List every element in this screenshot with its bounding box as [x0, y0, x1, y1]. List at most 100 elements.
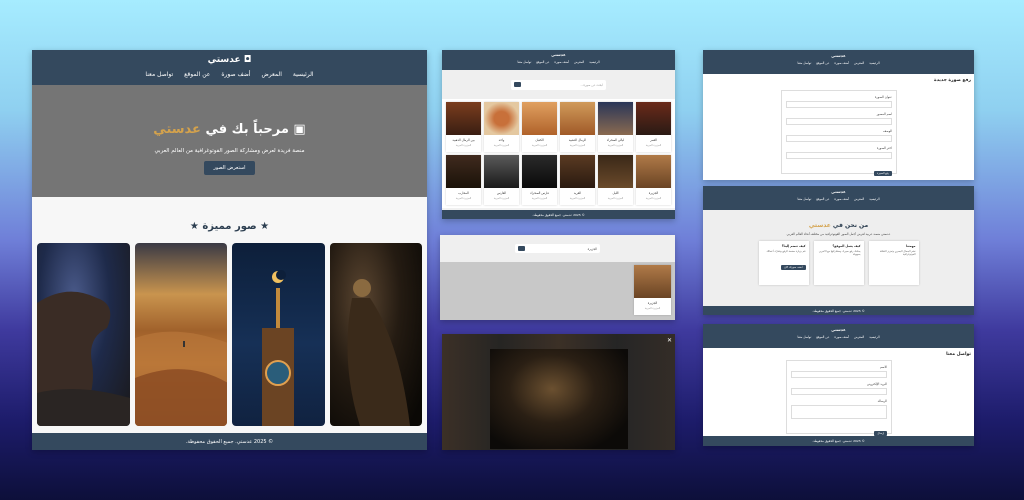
nav-gallery[interactable]: المعرض [574, 60, 584, 64]
gallery-tile[interactable]: الكثبان الجزيرة العربية [522, 102, 557, 152]
featured-card-warrior[interactable] [329, 243, 422, 426]
search-icon[interactable] [514, 82, 521, 87]
footer: © 2025 عدستي. جميع الحقوق محفوظة. [703, 306, 974, 315]
brand[interactable]: عدستي [703, 53, 974, 58]
tile-caption: القرية [573, 191, 582, 195]
about-columns: مهمتنا نشر الجمال البصري وتعزيز الثقافة ا… [703, 241, 974, 285]
brand[interactable]: عدستي [703, 189, 974, 194]
tile-sub: الجزيرة العربية [645, 197, 662, 200]
nav-home[interactable]: الرئيسية [589, 60, 599, 64]
featured-card-tower[interactable] [232, 243, 325, 426]
brand[interactable]: عدستي [442, 52, 675, 57]
message-field[interactable] [791, 405, 887, 419]
gallery-tile[interactable]: فارس الصحراء الجزيرة العربية [522, 155, 557, 205]
nav-links: الرئيسية المعرض أضف صورة عن الموقع تواصل… [32, 71, 427, 78]
description-field[interactable] [786, 135, 892, 142]
rock-image [37, 291, 130, 426]
search-icon[interactable] [518, 246, 525, 251]
dunes-image [134, 331, 227, 426]
nav-gallery[interactable]: المعرض [854, 61, 864, 65]
nav-gallery[interactable]: المعرض [854, 335, 864, 339]
close-icon[interactable]: ✕ [667, 337, 672, 344]
nav-gallery[interactable]: المعرض [261, 71, 281, 78]
about-col-join: كيف تنضم إلينا؟ قم بزيارة صفحة الرفع وشار… [758, 241, 809, 285]
gallery-tile[interactable]: واحة الجزيرة العربية [484, 102, 519, 152]
tile-sub: الجزيرة العربية [607, 144, 624, 147]
nav-contact[interactable]: تواصل معنا [517, 60, 531, 64]
footer: © 2025 عدستي. جميع الحقوق محفوظة. [32, 433, 427, 450]
nav-home[interactable]: الرئيسية [293, 71, 314, 78]
gallery-tile[interactable]: القرية الجزيرة العربية [560, 155, 595, 205]
about-description: عدستي منصة عربية لعرض أجمل الصور الفوتوغ… [786, 232, 891, 236]
hero: ▣ مرحباً بك في عدستي منصة فريدة لعرض ومش… [32, 85, 427, 197]
field-label: الوصف [883, 129, 892, 133]
search-input[interactable]: الجزيرة [528, 247, 597, 251]
nav-links: الرئيسية المعرض أضف صورة عن الموقع تواصل… [442, 60, 675, 64]
email-field[interactable] [791, 388, 887, 395]
nav-upload[interactable]: أضف صورة [554, 60, 569, 64]
nav-about[interactable]: عن الموقع [816, 335, 829, 339]
search-input[interactable]: ابحث عن صورة... [524, 83, 603, 87]
nav-about[interactable]: عن الموقع [816, 61, 829, 65]
tile-caption: واحة [498, 138, 505, 142]
field-label: عنوان الصورة [874, 95, 892, 99]
nav-contact[interactable]: تواصل معنا [797, 335, 811, 339]
gallery-grid: بين الرمال الذهبية الجزيرة العربية واحة ال… [442, 99, 675, 208]
tile-caption: الليل [612, 191, 619, 195]
tile-caption: الرمال الذهبية [568, 138, 587, 142]
search-result-screenshot: الجزيرة الجزيرة الجزيرة العربية [440, 235, 675, 320]
tile-caption: الفارس [496, 191, 507, 195]
upload-submit-button[interactable]: رفع الصورة [874, 171, 892, 176]
gallery-tile[interactable]: الرمال الذهبية الجزيرة العربية [560, 102, 595, 152]
nav-contact[interactable]: تواصل معنا [797, 61, 811, 65]
nav-about[interactable]: عن الموقع [184, 71, 210, 78]
gallery-tile[interactable]: الجزيرة الجزيرة العربية [636, 155, 671, 205]
featured-cards [32, 243, 427, 426]
nav-about[interactable]: عن الموقع [536, 60, 549, 64]
nav-home[interactable]: الرئيسية [869, 335, 879, 339]
browse-button[interactable]: استعرض الصور [204, 161, 255, 175]
file-field[interactable] [786, 152, 892, 159]
nav-upload[interactable]: أضف صورة [834, 197, 849, 201]
nav-gallery[interactable]: المعرض [854, 197, 864, 201]
featured-card-rock[interactable] [37, 243, 130, 426]
tile-sub: الجزيرة العربية [531, 144, 548, 147]
nav-upload[interactable]: أضف صورة [834, 335, 849, 339]
search-box[interactable]: ابحث عن صورة... [511, 79, 606, 90]
nav-upload[interactable]: أضف صورة [834, 61, 849, 65]
about-title: من نحن في عدستي [808, 222, 869, 229]
navbar: عدستي الرئيسية المعرض أضف صورة عن الموقع… [703, 324, 974, 348]
field-label: البريد الإلكتروني [866, 382, 887, 386]
hero-title: ▣ مرحباً بك في عدستي [153, 122, 306, 137]
warrior-image [347, 279, 410, 426]
gallery-tile[interactable]: الليل الجزيرة العربية [598, 155, 633, 205]
featured-title: ★ صور مميزة ★ [189, 221, 270, 232]
gallery-tile[interactable]: ليالي الصحراء الجزيرة العربية [598, 102, 633, 152]
nav-contact[interactable]: تواصل معنا [145, 71, 173, 78]
nav-home[interactable]: الرئيسية [869, 61, 879, 65]
brand[interactable]: عدستي [703, 327, 974, 332]
result-tile[interactable]: الجزيرة الجزيرة العربية [634, 265, 671, 315]
gallery-tile[interactable]: بين الرمال الذهبية الجزيرة العربية [446, 102, 481, 152]
nav-about[interactable]: عن الموقع [816, 197, 829, 201]
nav-contact[interactable]: تواصل معنا [797, 197, 811, 201]
nav-home[interactable]: الرئيسية [869, 197, 879, 201]
navbar: عدستي الرئيسية المعرض أضف صورة عن الموقع… [703, 50, 974, 74]
gallery-tile[interactable]: المحارب الجزيرة العربية [446, 155, 481, 205]
tile-sub: الجزيرة العربية [493, 144, 510, 147]
tile-caption: المحارب [458, 191, 469, 195]
add-photo-button[interactable]: أضف صورتك الآن [781, 265, 806, 270]
featured-card-dunes[interactable] [134, 243, 227, 426]
gallery-tile[interactable]: القمر الجزيرة العربية [636, 102, 671, 152]
gallery-tile[interactable]: الفارس الجزيرة العربية [484, 155, 519, 205]
featured-section: ★ صور مميزة ★ [32, 197, 427, 433]
name-field[interactable] [791, 371, 887, 378]
photographer-field[interactable] [786, 118, 892, 125]
about-screenshot: عدستي الرئيسية المعرض أضف صورة عن الموقع… [703, 186, 974, 315]
brand[interactable]: ◘ عدستي [32, 55, 427, 65]
nav-upload[interactable]: أضف صورة [221, 71, 250, 78]
title-field[interactable] [786, 101, 892, 108]
search-box[interactable]: الجزيرة [515, 244, 600, 253]
contact-form: الاسم البريد الإلكتروني الرسالة إرسال [786, 360, 892, 436]
tile-sub: الجزيرة العربية [644, 307, 661, 310]
